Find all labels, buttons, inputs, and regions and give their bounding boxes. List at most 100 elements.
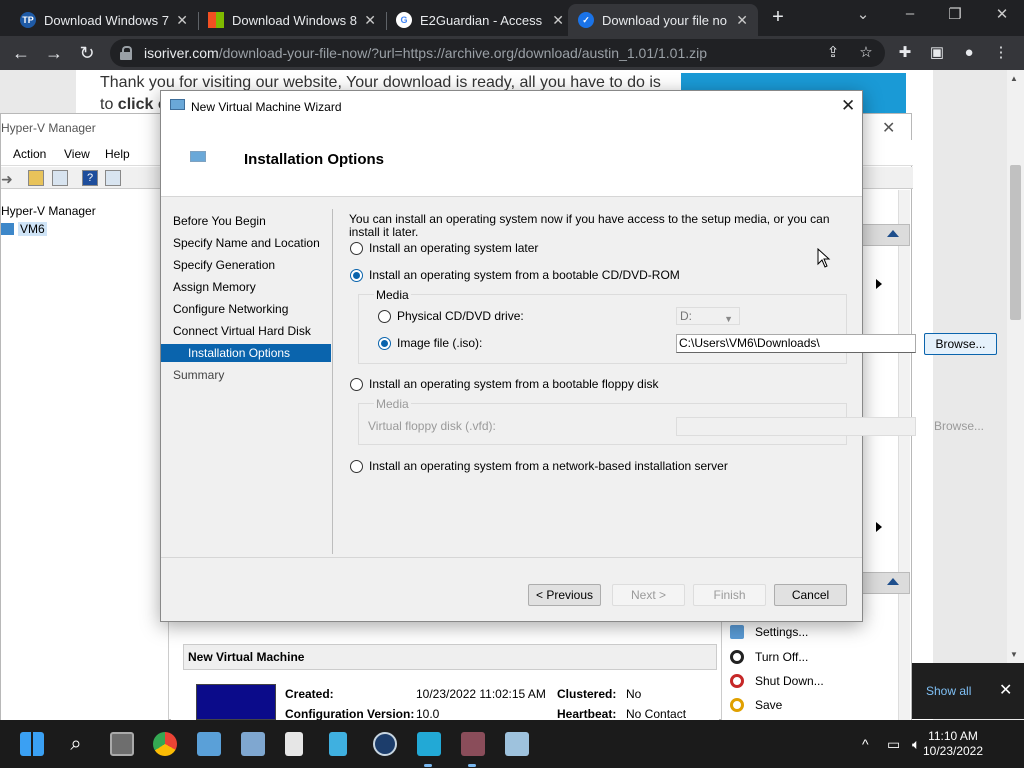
show-hide-tree-icon[interactable]	[52, 170, 68, 186]
action-turn-off[interactable]: Turn Off...	[730, 650, 808, 664]
step-connect-virtual-hard-disk[interactable]: Connect Virtual Hard Disk	[161, 322, 331, 340]
tree-server-vm6[interactable]: VM6	[1, 222, 47, 236]
scroll-down-arrow-icon[interactable]: ▼	[1010, 650, 1018, 659]
collapse-up-icon[interactable]	[887, 578, 899, 585]
close-notification-icon[interactable]: ✕	[999, 680, 1012, 700]
tree-root-hyperv-manager[interactable]: Hyper-V Manager	[1, 204, 96, 218]
start-windows-icon[interactable]	[20, 732, 44, 756]
network-icon[interactable]: ▭	[887, 736, 900, 753]
search-icon[interactable]: ⌕	[64, 732, 88, 756]
hyperv-taskbar-icon[interactable]	[197, 732, 221, 756]
page-scrollbar-thumb[interactable]	[1010, 165, 1021, 320]
action-shut-down[interactable]: Shut Down...	[730, 674, 824, 688]
browse-floppy-button[interactable]: Browse...	[934, 419, 984, 433]
close-tab-icon[interactable]: ✕	[364, 12, 376, 29]
page-scrollbar[interactable]	[1007, 70, 1024, 670]
vm-connect-icon[interactable]	[417, 732, 441, 756]
vm-thumbnail[interactable]	[196, 684, 276, 720]
tab-search-chevron-icon[interactable]: ⌄	[848, 5, 878, 23]
config-version-label: Configuration Version:	[285, 707, 415, 721]
menu-kebab-icon[interactable]: ⋮	[991, 43, 1011, 63]
browser-tab-4-active[interactable]: ✓ Download your file no ✕	[568, 4, 758, 36]
browser-tab-1[interactable]: TP Download Windows 7 ✕	[10, 4, 198, 36]
close-window-icon[interactable]: ✕	[987, 5, 1017, 23]
radio-install-network[interactable]	[350, 459, 363, 473]
radio-install-floppy[interactable]	[350, 377, 363, 391]
wizard-close-icon[interactable]: ✕	[841, 96, 855, 116]
step-specify-generation[interactable]: Specify Generation	[161, 256, 331, 274]
folder-up-icon[interactable]	[28, 170, 44, 186]
option-install-floppy[interactable]: Install an operating system from a boota…	[350, 377, 659, 391]
show-all-link[interactable]: Show all	[926, 684, 971, 698]
radio-physical-drive[interactable]	[378, 309, 391, 323]
chrome-icon[interactable]	[153, 732, 177, 756]
radio-image-file[interactable]	[378, 336, 391, 350]
step-before-you-begin[interactable]: Before You Begin	[161, 212, 331, 230]
close-tab-icon[interactable]: ✕	[736, 12, 748, 29]
option-install-cd[interactable]: Install an operating system from a boota…	[350, 268, 680, 282]
menu-help[interactable]: Help	[105, 147, 130, 161]
task-view-icon[interactable]	[110, 732, 134, 756]
option-image-file[interactable]: Image file (.iso):	[378, 336, 482, 350]
new-tab-button[interactable]: +	[766, 6, 790, 30]
action-settings[interactable]: Settings...	[730, 625, 808, 639]
webpage-text-prefix: to	[100, 96, 118, 113]
browse-iso-button[interactable]: Browse...	[924, 333, 997, 355]
option-install-network[interactable]: Install an operating system from a netwo…	[350, 459, 728, 473]
browser-tab-2[interactable]: Download Windows 8. ✕	[198, 4, 386, 36]
close-tab-icon[interactable]: ✕	[552, 12, 564, 29]
restore-icon[interactable]: ❐	[940, 5, 970, 23]
performance-monitor-icon[interactable]	[505, 732, 529, 756]
next-button[interactable]: Next >	[612, 584, 685, 606]
taskbar-clock[interactable]: 11:10 AM 10/23/2022	[918, 729, 988, 759]
vm-wizard-taskbar-icon[interactable]	[461, 732, 485, 756]
step-installation-options[interactable]: Installation Options	[161, 344, 331, 362]
cancel-button[interactable]: Cancel	[774, 584, 847, 606]
option-install-later[interactable]: Install an operating system later	[350, 241, 538, 255]
share-icon[interactable]: ⇪	[823, 43, 843, 63]
side-panel-icon[interactable]: ▣	[927, 43, 947, 63]
notepad-icon[interactable]	[285, 732, 303, 756]
steam-icon[interactable]	[373, 732, 397, 756]
expand-right-arrow-icon[interactable]	[876, 279, 882, 289]
address-bar[interactable]: isoriver.com/download-your-file-now/?url…	[110, 39, 885, 67]
minimize-icon[interactable]: –	[895, 5, 925, 22]
step-specify-name-location[interactable]: Specify Name and Location	[161, 234, 331, 252]
action-pane-icon[interactable]	[105, 170, 121, 186]
physical-drive-select[interactable]: D: ▼	[676, 307, 740, 325]
previous-button[interactable]: < Previous	[528, 584, 601, 606]
help-icon[interactable]: ?	[82, 170, 98, 186]
menu-action[interactable]: Action	[13, 147, 46, 161]
menu-view[interactable]: View	[64, 147, 90, 161]
scroll-up-arrow-icon[interactable]: ▲	[1010, 74, 1018, 83]
floppy-disk-input[interactable]	[676, 417, 916, 436]
profile-avatar-icon[interactable]: ●	[959, 43, 979, 63]
expand-right-arrow-icon[interactable]	[876, 522, 882, 532]
browser-tab-3[interactable]: G E2Guardian - Access D ✕	[386, 4, 574, 36]
finish-button[interactable]: Finish	[693, 584, 766, 606]
option-physical-drive[interactable]: Physical CD/DVD drive:	[378, 309, 524, 323]
radio-install-cd[interactable]	[350, 268, 363, 282]
image-file-input[interactable]: C:\Users\VM6\Downloads\	[676, 334, 916, 353]
action-save[interactable]: Save	[730, 698, 782, 712]
reload-icon[interactable]: ↻	[75, 41, 99, 65]
step-assign-memory[interactable]: Assign Memory	[161, 278, 331, 296]
settings-icon	[730, 625, 744, 639]
step-summary[interactable]: Summary	[161, 366, 331, 384]
bookmark-star-icon[interactable]: ☆	[856, 43, 876, 63]
turn-off-icon	[730, 650, 744, 664]
back-arrow-icon[interactable]: ←	[9, 41, 33, 65]
remote-desktop-icon[interactable]	[241, 732, 265, 756]
actions-scrollbar[interactable]	[898, 190, 910, 720]
browser-toolbar: ← → ↻ isoriver.com/download-your-file-no…	[0, 36, 1024, 70]
collapse-up-icon[interactable]	[887, 230, 899, 237]
extensions-puzzle-icon[interactable]: ✚	[895, 43, 915, 63]
forward-arrow-icon[interactable]: →	[42, 41, 66, 65]
close-tab-icon[interactable]: ✕	[176, 12, 188, 29]
forward-arrow-icon[interactable]: ➜	[1, 171, 13, 188]
server-manager-icon[interactable]	[329, 732, 347, 756]
radio-install-later[interactable]	[350, 241, 363, 255]
hyperv-close-icon[interactable]: ✕	[882, 118, 895, 138]
show-hidden-icons-chevron-icon[interactable]: ^	[862, 736, 869, 752]
step-configure-networking[interactable]: Configure Networking	[161, 300, 331, 318]
